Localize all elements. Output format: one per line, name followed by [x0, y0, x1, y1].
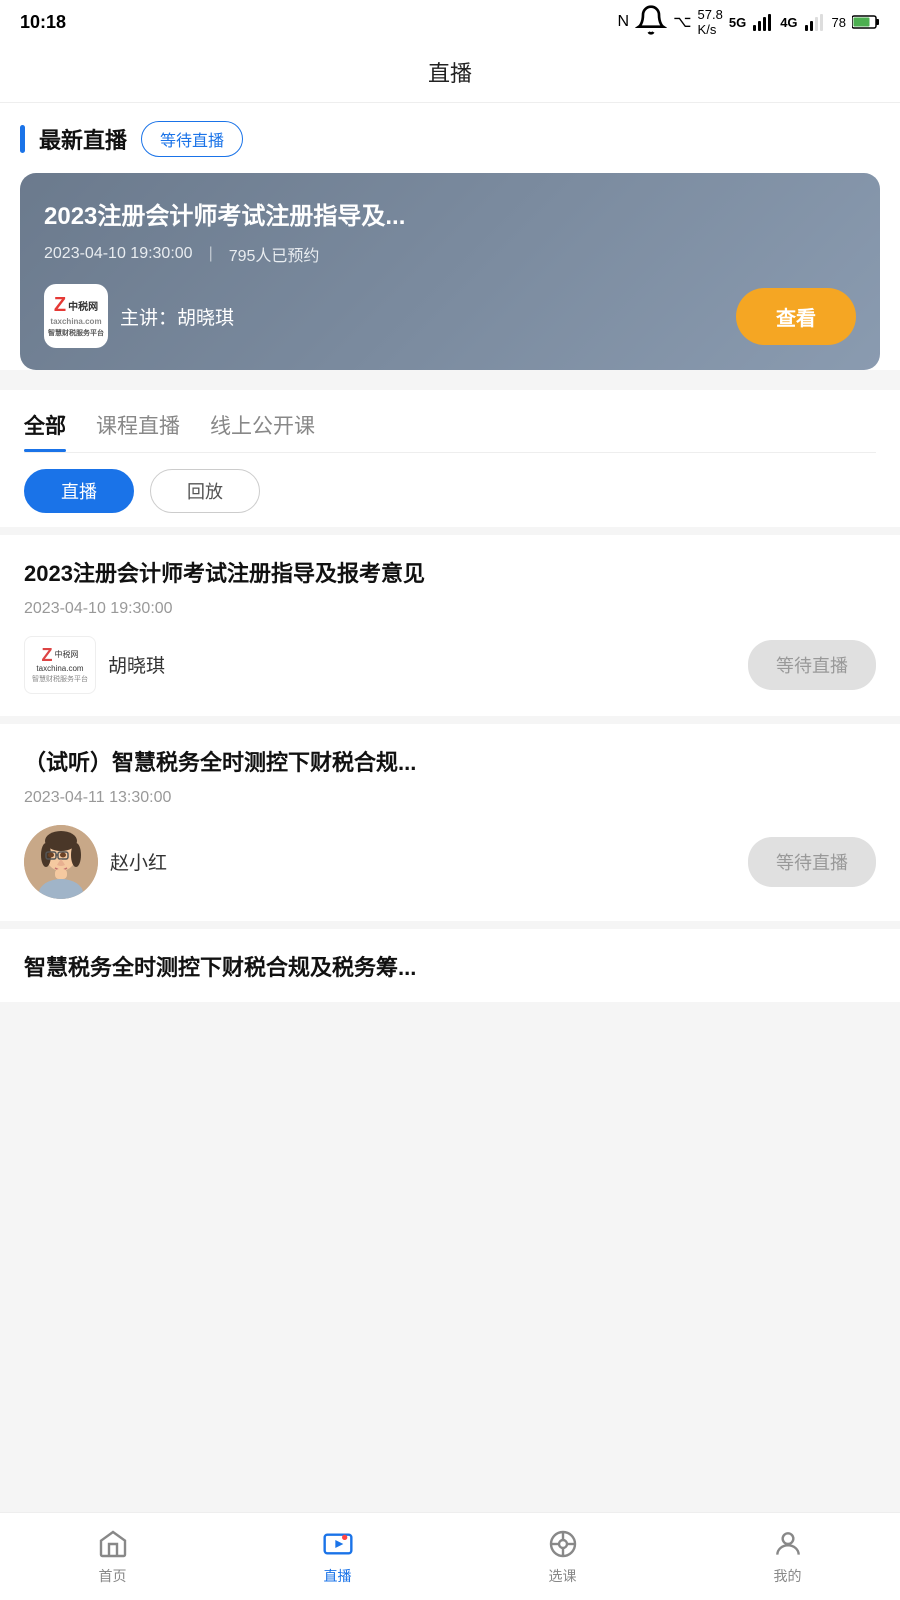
profile-icon — [772, 1528, 804, 1560]
page-header: 直播 — [0, 44, 900, 103]
partial-card-title: 智慧税务全时测控下财税合规及税务筹... — [24, 953, 876, 984]
featured-instructor: Z 中税网 taxchina.com 智慧财税服务平台 主讲：胡晓琪 — [44, 284, 234, 348]
sub-tab-replay[interactable]: 回放 — [150, 469, 260, 513]
latest-live-section: 最新直播 等待直播 2023注册会计师考试注册指导及... 2023-04-10… — [0, 103, 900, 370]
wait-live-button-2[interactable]: 等待直播 — [748, 837, 876, 887]
bottom-nav: 首页 直播 选课 我的 — [0, 1512, 900, 1600]
list-card-date-2: 2023-04-11 13:30:00 — [24, 789, 876, 807]
list-card-bottom-2: 赵小红 等待直播 — [24, 825, 876, 899]
signal-text: 57.8K/s — [698, 7, 723, 37]
view-button[interactable]: 查看 — [736, 288, 856, 345]
tab-online-public[interactable]: 线上公开课 — [210, 410, 315, 452]
instructor-name-2: 赵小红 — [110, 848, 167, 875]
battery-icon: 78 — [832, 15, 846, 30]
status-icons: N ⌥ 57.8K/s 5G 4G 78 — [618, 4, 880, 40]
list-card-bottom-1: Z 中税网 taxchina.com 智慧财税服务平台 胡晓琪 等待直播 — [24, 636, 876, 694]
section-title: 最新直播 — [39, 123, 127, 155]
featured-card-meta: 2023-04-10 19:30:00 | 795人已预约 — [44, 242, 856, 266]
nav-item-course[interactable]: 选课 — [450, 1513, 675, 1600]
live-icon — [322, 1528, 354, 1560]
nav-item-profile[interactable]: 我的 — [675, 1513, 900, 1600]
nav-item-home[interactable]: 首页 — [0, 1513, 225, 1600]
list-item-partial: 智慧税务全时测控下财税合规及税务筹... — [0, 929, 900, 1002]
list-card-title-2: （试听）智慧税务全时测控下财税合规... — [24, 748, 876, 779]
sub-tab-live[interactable]: 直播 — [24, 469, 134, 513]
list-card-title-1: 2023注册会计师考试注册指导及报考意见 — [24, 559, 876, 590]
wait-live-button-1[interactable]: 等待直播 — [748, 640, 876, 690]
battery-indicator — [852, 14, 880, 30]
main-tabs-section: 全部 课程直播 线上公开课 — [0, 390, 900, 453]
instructor-name-1: 胡晓琪 — [108, 651, 165, 678]
company-logo-small-1: Z 中税网 taxchina.com 智慧财税服务平台 — [24, 636, 96, 694]
list-item: 2023注册会计师考试注册指导及报考意见 2023-04-10 19:30:00… — [0, 535, 900, 716]
nav-item-live[interactable]: 直播 — [225, 1513, 450, 1600]
nav-label-course: 选课 — [549, 1566, 577, 1586]
live-list-section: 2023注册会计师考试注册指导及报考意见 2023-04-10 19:30:00… — [0, 535, 900, 1001]
status-bar: 10:18 N ⌥ 57.8K/s 5G 4G 7 — [0, 0, 900, 44]
featured-date: 2023-04-10 19:30:00 — [44, 245, 193, 263]
nav-label-home: 首页 — [99, 1566, 127, 1586]
featured-card: 2023注册会计师考试注册指导及... 2023-04-10 19:30:00 … — [20, 173, 880, 370]
tab-course-live[interactable]: 课程直播 — [96, 410, 180, 452]
featured-card-title: 2023注册会计师考试注册指导及... — [44, 201, 856, 232]
list-card-instructor-1: Z 中税网 taxchina.com 智慧财税服务平台 胡晓琪 — [24, 636, 165, 694]
title-accent-bar — [20, 125, 25, 153]
nav-label-profile: 我的 — [774, 1566, 802, 1586]
main-tabs: 全部 课程直播 线上公开课 — [24, 410, 876, 452]
tab-all[interactable]: 全部 — [24, 410, 66, 452]
meta-divider: | — [209, 245, 213, 263]
page-title: 直播 — [428, 61, 472, 86]
signal-bars-2 — [804, 13, 826, 31]
list-card-date-1: 2023-04-10 19:30:00 — [24, 600, 876, 618]
list-item: （试听）智慧税务全时测控下财税合规... 2023-04-11 13:30:00 — [0, 724, 900, 921]
course-icon — [547, 1528, 579, 1560]
sub-tabs-row: 直播 回放 — [0, 453, 900, 527]
waiting-live-badge[interactable]: 等待直播 — [141, 121, 243, 157]
list-card-instructor-2: 赵小红 — [24, 825, 167, 899]
featured-instructor-label: 主讲：胡晓琪 — [120, 303, 234, 330]
signal-bars-1 — [752, 13, 774, 31]
featured-reservations: 795人已预约 — [229, 242, 320, 266]
bluetooth-icon: ⌥ — [673, 12, 691, 32]
section-title-row: 最新直播 等待直播 — [20, 121, 880, 157]
nav-label-live: 直播 — [324, 1566, 352, 1586]
avatar-2 — [24, 825, 98, 899]
status-time: 10:18 — [20, 12, 66, 33]
home-icon — [97, 1528, 129, 1560]
featured-card-bottom: Z 中税网 taxchina.com 智慧财税服务平台 主讲：胡晓琪 查看 — [44, 284, 856, 348]
notification-icon — [635, 4, 667, 40]
nfc-icon: N — [618, 13, 630, 31]
signal-5g: 5G — [729, 15, 746, 30]
signal-4g: 4G — [780, 15, 797, 30]
company-logo-badge: Z 中税网 taxchina.com 智慧财税服务平台 — [44, 284, 108, 348]
